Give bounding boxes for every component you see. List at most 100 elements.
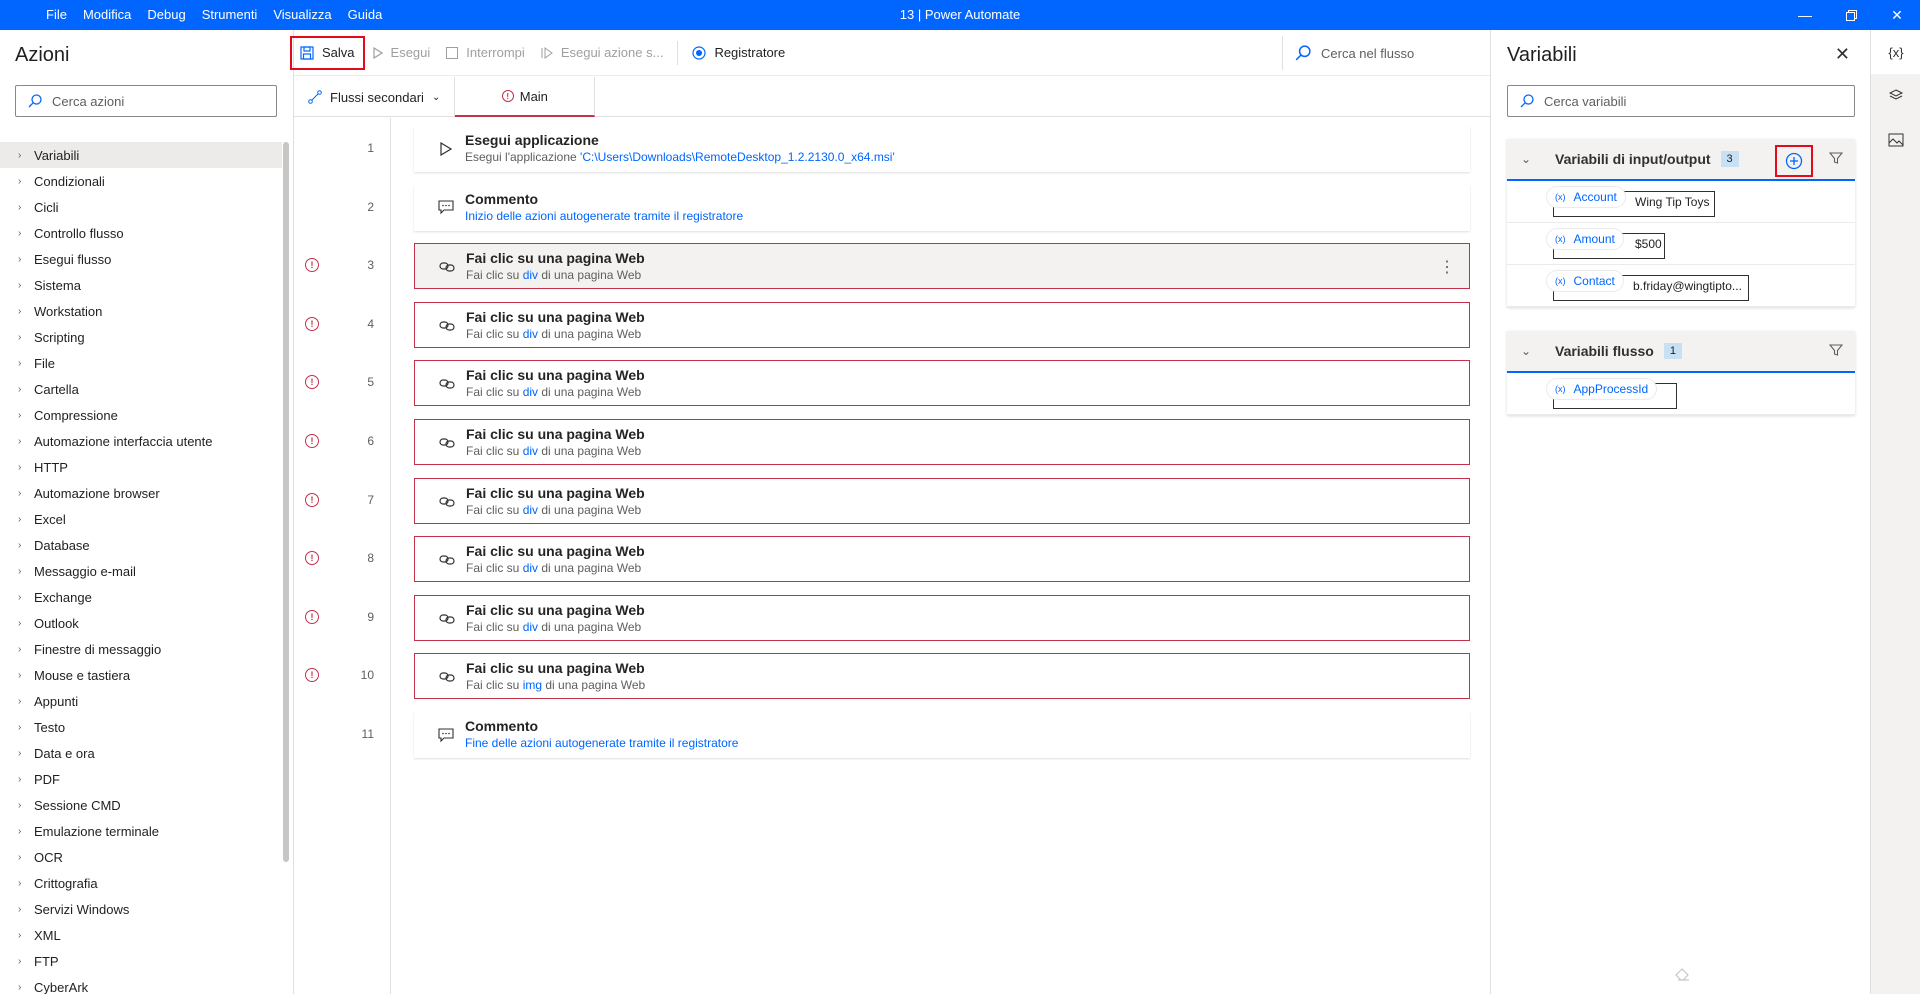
error-icon[interactable]: !: [305, 609, 319, 624]
action-category[interactable]: › Testo: [0, 714, 282, 740]
chevron-right-icon[interactable]: ›: [18, 904, 28, 915]
close-window-icon[interactable]: ✕: [1874, 0, 1920, 30]
actions-search-input[interactable]: Cerca azioni: [15, 85, 277, 117]
flow-variables-header[interactable]: ⌄ Variabili flusso 1: [1507, 331, 1855, 373]
chevron-right-icon[interactable]: ›: [18, 540, 28, 551]
run-button[interactable]: Esegui: [365, 36, 439, 70]
chevron-right-icon[interactable]: ›: [18, 410, 28, 421]
chevron-right-icon[interactable]: ›: [18, 514, 28, 525]
flow-action-card[interactable]: Fai clic su una pagina Web Fai clic su di…: [414, 536, 1470, 583]
description-link[interactable]: div: [523, 620, 538, 634]
description-link[interactable]: img: [523, 678, 542, 692]
flow-action-card[interactable]: Fai clic su una pagina Web Fai clic su di…: [414, 243, 1470, 290]
layers-icon[interactable]: [1871, 74, 1920, 118]
action-category[interactable]: › Cartella: [0, 376, 282, 402]
menu-file[interactable]: File: [38, 0, 75, 30]
action-category[interactable]: › XML: [0, 922, 282, 948]
recorder-button[interactable]: Registratore: [684, 36, 793, 70]
chevron-right-icon[interactable]: ›: [18, 280, 28, 291]
description-link[interactable]: Fine delle azioni autogenerate tramite i…: [465, 736, 738, 750]
action-category[interactable]: › HTTP: [0, 454, 282, 480]
flow-action-card[interactable]: Fai clic su una pagina Web Fai clic su di…: [414, 301, 1470, 348]
save-button[interactable]: Salva: [290, 35, 365, 70]
variable-name-pill[interactable]: (x) AppProcessId: [1547, 379, 1657, 399]
description-link[interactable]: div: [523, 444, 538, 458]
actions-scrollbar[interactable]: [283, 142, 289, 862]
variable-name-pill[interactable]: (x) Contact: [1547, 271, 1623, 291]
chevron-right-icon[interactable]: ›: [18, 202, 28, 213]
flow-action-card[interactable]: Fai clic su una pagina Web Fai clic su di…: [414, 419, 1470, 465]
error-icon[interactable]: !: [305, 375, 319, 390]
action-category[interactable]: › Crittografia: [0, 870, 282, 896]
menu-strumenti[interactable]: Strumenti: [194, 0, 266, 30]
error-icon[interactable]: !: [305, 434, 319, 448]
action-category[interactable]: › Emulazione terminale: [0, 818, 282, 844]
chevron-right-icon[interactable]: ›: [18, 306, 28, 317]
action-category[interactable]: › CyberArk: [0, 974, 282, 994]
action-category[interactable]: › Sessione CMD: [0, 792, 282, 818]
action-category[interactable]: › Finestre di messaggio: [0, 636, 282, 662]
flow-action-card[interactable]: Fai clic su una pagina Web Fai clic su di…: [414, 360, 1470, 407]
action-category[interactable]: › Sistema: [0, 272, 282, 298]
flow-action-card[interactable]: Commento Inizio delle azioni autogenerate…: [414, 184, 1470, 231]
description-link[interactable]: div: [523, 561, 538, 575]
variable-item[interactable]: (x) AppProcessId: [1507, 373, 1855, 415]
flow-action-card[interactable]: Fai clic su una pagina Web Fai clic su di…: [414, 477, 1470, 524]
action-category[interactable]: › Appunti: [0, 688, 282, 714]
chevron-right-icon[interactable]: ›: [18, 800, 28, 811]
action-category[interactable]: › Exchange: [0, 584, 282, 610]
description-link[interactable]: 'C:\Users\Downloads\RemoteDesktop_1.2.21…: [580, 150, 895, 164]
chevron-right-icon[interactable]: ›: [18, 774, 28, 785]
chevron-right-icon[interactable]: ›: [18, 436, 28, 447]
chevron-right-icon[interactable]: ›: [18, 618, 28, 629]
minimize-icon[interactable]: —: [1782, 0, 1828, 30]
variable-name-pill[interactable]: (x) Account: [1547, 187, 1625, 207]
close-icon[interactable]: ✕: [1835, 44, 1850, 65]
error-icon[interactable]: !: [305, 668, 319, 683]
chevron-right-icon[interactable]: ›: [18, 462, 28, 473]
chevron-down-icon[interactable]: ⌄: [1521, 344, 1541, 358]
chevron-right-icon[interactable]: ›: [18, 696, 28, 707]
restore-icon[interactable]: [1828, 0, 1874, 30]
chevron-right-icon[interactable]: ›: [18, 878, 28, 889]
variables-search-input[interactable]: Cerca variabili: [1507, 85, 1855, 117]
flow-action-card[interactable]: Commento Fine delle azioni autogenerate t…: [414, 712, 1470, 758]
action-category[interactable]: › Variabili: [0, 142, 282, 168]
action-category[interactable]: › Automazione browser: [0, 480, 282, 506]
action-category[interactable]: › Messaggio e-mail: [0, 558, 282, 584]
chevron-right-icon[interactable]: ›: [18, 930, 28, 941]
chevron-right-icon[interactable]: ›: [18, 670, 28, 681]
error-icon[interactable]: !: [305, 492, 319, 507]
action-category[interactable]: › PDF: [0, 766, 282, 792]
flow-action-card[interactable]: Fai clic su una pagina Web Fai clic su di…: [414, 594, 1470, 641]
chevron-right-icon[interactable]: ›: [18, 644, 28, 655]
menu-modifica[interactable]: Modifica: [75, 0, 139, 30]
action-category[interactable]: › Condizionali: [0, 168, 282, 194]
description-link[interactable]: div: [523, 385, 538, 399]
add-variable-button[interactable]: [1775, 145, 1813, 177]
chevron-right-icon[interactable]: ›: [18, 748, 28, 759]
description-link[interactable]: div: [523, 268, 538, 282]
action-category[interactable]: › Cicli: [0, 194, 282, 220]
chevron-right-icon[interactable]: ›: [18, 982, 28, 993]
error-icon[interactable]: !: [305, 316, 319, 331]
action-category[interactable]: › Compressione: [0, 402, 282, 428]
chevron-right-icon[interactable]: ›: [18, 176, 28, 187]
action-category[interactable]: › Data e ora: [0, 740, 282, 766]
chevron-right-icon[interactable]: ›: [18, 332, 28, 343]
flow-action-card[interactable]: Esegui applicazione Esegui l'applicazione…: [414, 126, 1470, 172]
error-icon[interactable]: !: [305, 551, 319, 566]
chevron-right-icon[interactable]: ›: [18, 358, 28, 369]
menu-visualizza[interactable]: Visualizza: [265, 0, 339, 30]
action-category[interactable]: › Esegui flusso: [0, 246, 282, 272]
description-link[interactable]: div: [523, 327, 538, 341]
action-category[interactable]: › OCR: [0, 844, 282, 870]
menu-debug[interactable]: Debug: [139, 0, 193, 30]
chevron-right-icon[interactable]: ›: [18, 254, 28, 265]
run-next-action-button[interactable]: Esegui azione s...: [533, 36, 672, 70]
eraser-icon[interactable]: [1675, 968, 1691, 985]
action-category[interactable]: › Outlook: [0, 610, 282, 636]
variable-name-pill[interactable]: (x) Amount: [1547, 229, 1623, 249]
error-icon[interactable]: !: [305, 258, 319, 273]
subflows-dropdown[interactable]: Flussi secondari ⌄: [294, 77, 456, 117]
